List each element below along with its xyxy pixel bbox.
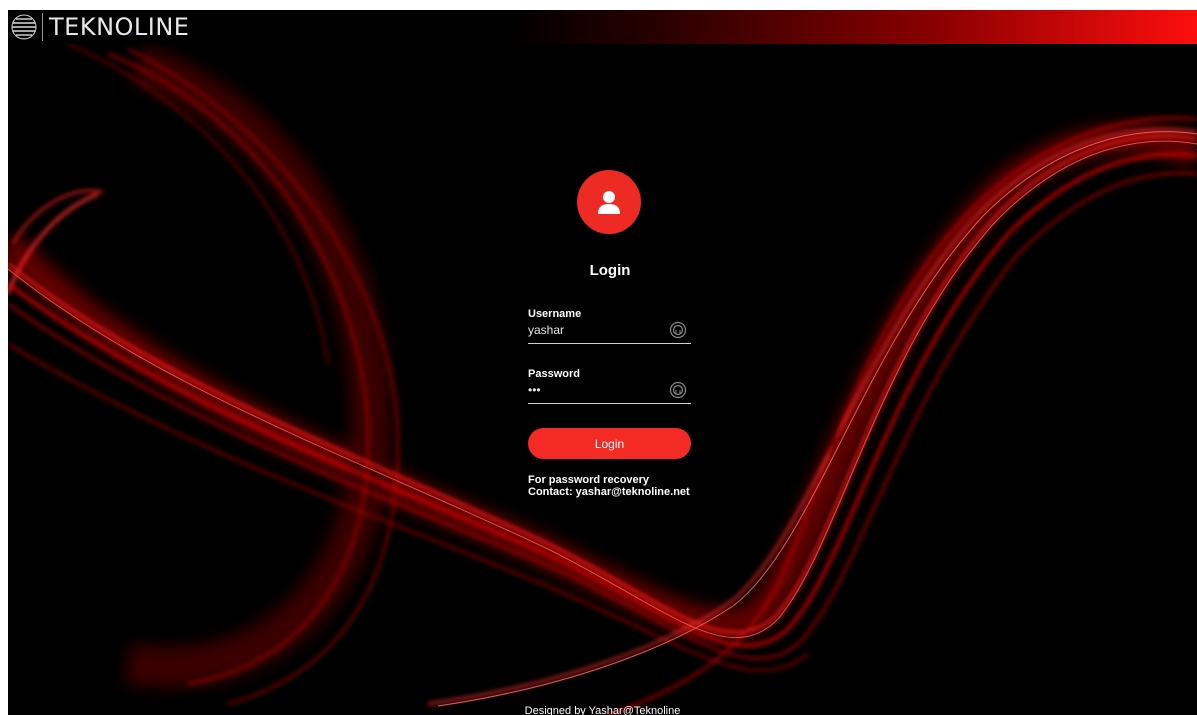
brand-logo[interactable]: TEKNOLINE	[10, 11, 189, 43]
recovery-line-1: For password recovery	[528, 474, 650, 486]
user-icon	[598, 191, 620, 214]
login-page: TEKNOLINE Login Username Password	[8, 10, 1197, 715]
username-input[interactable]	[528, 321, 658, 339]
logo-divider	[42, 13, 43, 41]
recovery-contact: Contact: yashar@teknoline.net	[528, 486, 690, 498]
top-bar: TEKNOLINE	[8, 10, 1197, 44]
username-field-wrapper	[528, 317, 691, 344]
striped-globe-icon	[11, 14, 37, 40]
fingerprint-icon	[669, 381, 687, 399]
login-title: Login	[589, 262, 631, 279]
footer-credit: Designed by Yashar@Teknoline	[524, 705, 681, 715]
password-recovery-note: For password recovery Contact: yashar@te…	[528, 474, 728, 498]
password-input[interactable]	[528, 381, 658, 399]
avatar	[577, 170, 641, 234]
password-field-wrapper	[528, 377, 691, 404]
brand-name: TEKNOLINE	[49, 13, 190, 41]
fingerprint-icon	[669, 321, 687, 339]
login-button[interactable]: Login	[528, 428, 691, 459]
